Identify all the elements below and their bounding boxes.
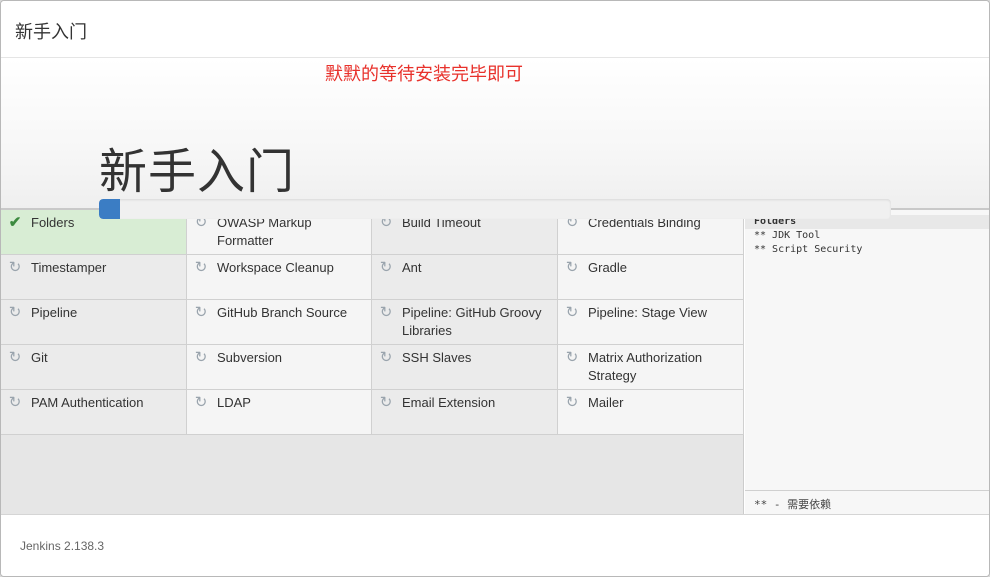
dialog-title: 新手入门 bbox=[15, 22, 87, 43]
plugin-item-label: Matrix Authorization Strategy bbox=[588, 350, 703, 383]
refresh-icon: ↻ bbox=[379, 304, 393, 321]
plugin-item-label: Folders bbox=[31, 215, 75, 230]
plugin-item: ↻ Ant bbox=[372, 255, 558, 300]
install-progress-fill bbox=[99, 199, 121, 219]
refresh-icon: ↻ bbox=[8, 259, 22, 276]
plugin-item: ↻ Timestamper bbox=[1, 255, 187, 300]
plugin-item-label: PAM Authentication bbox=[31, 395, 144, 410]
plugin-grid: ✔ Folders ↻ OWASP Markup Formatter ↻ Build Ti… bbox=[1, 210, 744, 435]
install-progress-bar bbox=[99, 199, 891, 219]
refresh-icon: ↻ bbox=[565, 304, 579, 321]
plugin-item-label: Email Extension bbox=[402, 395, 496, 410]
annotation-text: 默默的等待安装完毕即可 bbox=[325, 64, 523, 85]
refresh-icon: ↻ bbox=[8, 349, 22, 366]
install-log-lines: Folders ** JDK Tool ** Script Security bbox=[745, 215, 989, 257]
refresh-icon: ↻ bbox=[379, 259, 393, 276]
check-icon: ✔ bbox=[8, 214, 22, 231]
dialog-footer: Jenkins 2.138.3 bbox=[1, 514, 989, 576]
refresh-icon: ↻ bbox=[565, 349, 579, 366]
plugin-item: ↻ Pipeline: GitHub Groovy Libraries bbox=[372, 300, 558, 345]
plugin-item-label: Pipeline: Stage View bbox=[588, 305, 708, 320]
refresh-icon: ↻ bbox=[194, 394, 208, 411]
log-legend: ** - 需要依赖 bbox=[745, 490, 989, 514]
plugin-item: ↻ SSH Slaves bbox=[372, 345, 558, 390]
dialog-header: 新手入门 bbox=[1, 1, 989, 58]
plugin-item-label: GitHub Branch Source bbox=[217, 305, 348, 320]
plugin-item-label: Mailer bbox=[588, 395, 624, 410]
refresh-icon: ↻ bbox=[194, 259, 208, 276]
plugin-item-label: Subversion bbox=[217, 350, 283, 365]
refresh-icon: ↻ bbox=[565, 394, 579, 411]
log-line: ** Script Security bbox=[754, 244, 863, 255]
plugin-item: ↻ Mailer bbox=[558, 390, 744, 435]
plugin-item: ↻ Git bbox=[1, 345, 187, 390]
plugin-item-label: Pipeline bbox=[31, 305, 78, 320]
plugin-item-label: Workspace Cleanup bbox=[217, 260, 334, 275]
plugin-item: ↻ Pipeline bbox=[1, 300, 187, 345]
plugin-item: ↻ GitHub Branch Source bbox=[187, 300, 372, 345]
plugin-item-label: Timestamper bbox=[31, 260, 107, 275]
install-log-panel: Folders ** JDK Tool ** Script Security ** … bbox=[745, 210, 989, 514]
log-line: ** JDK Tool bbox=[754, 230, 821, 241]
plugin-item: ↻ PAM Authentication bbox=[1, 390, 187, 435]
plugin-item-label: Git bbox=[31, 350, 48, 365]
plugin-item-label: SSH Slaves bbox=[402, 350, 472, 365]
setup-wizard-dialog: 新手入门 默默的等待安装完毕即可 新手入门 ✔ Folders ↻ OWASP Mar… bbox=[0, 0, 990, 577]
refresh-icon: ↻ bbox=[379, 349, 393, 366]
refresh-icon: ↻ bbox=[194, 304, 208, 321]
refresh-icon: ↻ bbox=[194, 349, 208, 366]
plugin-item-label: OWASP Markup Formatter bbox=[217, 215, 312, 248]
plugin-item: ↻ Workspace Cleanup bbox=[187, 255, 372, 300]
refresh-icon: ↻ bbox=[565, 259, 579, 276]
plugin-item-label: Ant bbox=[402, 260, 422, 275]
plugin-list: ✔ Folders ↻ OWASP Markup Formatter ↻ Build Ti… bbox=[1, 210, 744, 514]
version-label: Jenkins 2.138.3 bbox=[20, 539, 105, 553]
hero-banner: 默默的等待安装完毕即可 新手入门 bbox=[1, 58, 989, 219]
plugin-item: ↻ Gradle bbox=[558, 255, 744, 300]
plugin-item: ↻ Matrix Authorization Strategy bbox=[558, 345, 744, 390]
plugin-item: ↻ LDAP bbox=[187, 390, 372, 435]
plugin-item: ↻ Subversion bbox=[187, 345, 372, 390]
plugin-item-label: Pipeline: GitHub Groovy Libraries bbox=[402, 305, 542, 338]
page-title: 新手入门 bbox=[99, 144, 296, 200]
refresh-icon: ↻ bbox=[8, 394, 22, 411]
plugin-item: ↻ Email Extension bbox=[372, 390, 558, 435]
plugin-item-label: Gradle bbox=[588, 260, 628, 275]
refresh-icon: ↻ bbox=[8, 304, 22, 321]
refresh-icon: ↻ bbox=[379, 394, 393, 411]
plugin-item-label: LDAP bbox=[217, 395, 251, 410]
plugin-item: ↻ Pipeline: Stage View bbox=[558, 300, 744, 345]
